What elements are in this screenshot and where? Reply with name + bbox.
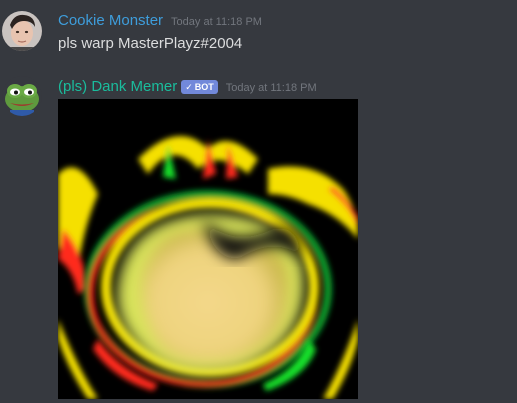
avatar-cookie-monster[interactable] — [2, 11, 42, 51]
warped-image — [58, 99, 358, 399]
bot-tag: ✓ BOT — [181, 79, 218, 94]
timestamp: Today at 11:18 PM — [171, 15, 262, 28]
message-text: pls warp MasterPlayz#2004 — [58, 35, 243, 52]
timestamp: Today at 11:18 PM — [225, 81, 317, 94]
pepe-frog-icon — [2, 76, 42, 116]
username[interactable]: (pls) Dank Memer — [58, 78, 177, 95]
message-cookie-monster: Cookie Monster Today at 11:18 PM pls war… — [0, 0, 517, 60]
username[interactable]: Cookie Monster — [58, 12, 163, 29]
avatar-dank-memer[interactable] — [2, 76, 42, 116]
bot-tag-label: BOT — [194, 81, 214, 92]
verified-check-icon: ✓ — [185, 81, 193, 92]
chat-messages: Cookie Monster Today at 11:18 PM pls war… — [0, 0, 517, 403]
user-avatar-icon — [2, 11, 42, 51]
image-attachment[interactable] — [58, 99, 358, 399]
